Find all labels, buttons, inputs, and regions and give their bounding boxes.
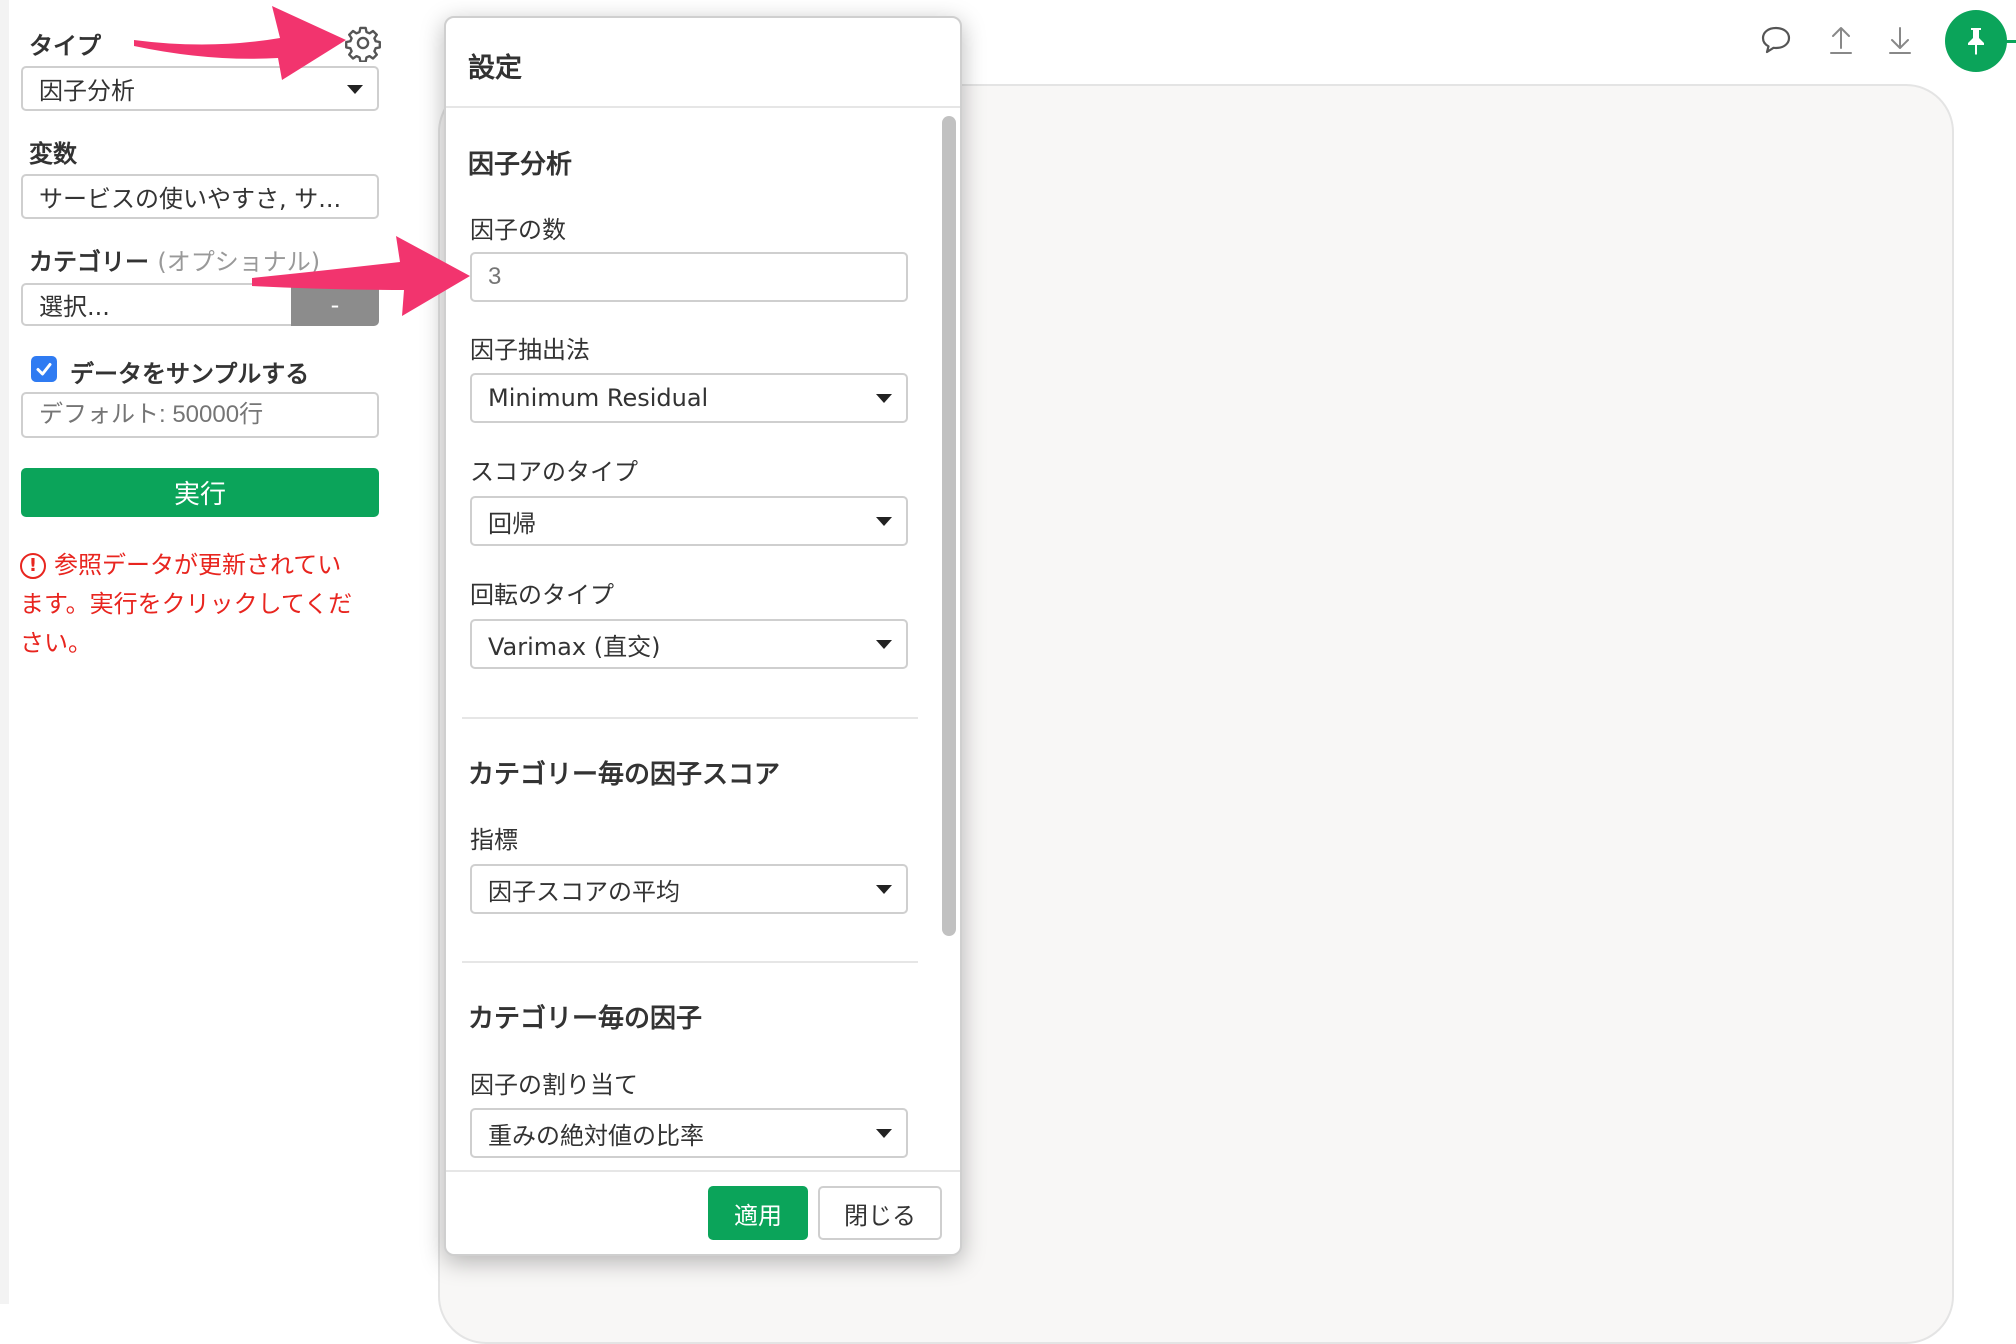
extraction-method-label: 因子抽出法 [470,336,590,364]
dialog-title: 設定 [468,53,522,84]
left-edge-strip [0,0,9,1304]
variables-field[interactable]: サービスの使いやすさ, サ... [21,174,379,219]
warning-line-1: 参照データが更新されてい [54,551,342,579]
chevron-down-icon [876,394,892,403]
upload-icon[interactable] [1821,20,1861,60]
category-clear-button[interactable]: - [291,283,379,326]
chevron-down-icon [876,517,892,526]
category-label: カテゴリー (オプショナル) [29,242,320,277]
close-button[interactable]: 閉じる [818,1186,942,1240]
pin-connector-line [2006,40,2016,43]
factor-assignment-select[interactable]: 重みの絶対値の比率 [470,1108,908,1158]
dialog-footer-divider [446,1170,960,1172]
category-optional-text: (オプショナル) [157,248,321,276]
factor-assignment-value: 重みの絶対値の比率 [488,1121,704,1150]
comment-icon[interactable] [1756,20,1796,60]
pin-icon [1968,28,1984,55]
chevron-down-icon [876,1129,892,1138]
section-divider [462,717,918,719]
alert-circle-icon: ! [20,553,46,579]
score-type-label: スコアのタイプ [470,458,638,486]
type-label: タイプ [29,32,101,60]
run-button[interactable]: 実行 [21,468,379,517]
sample-checkbox[interactable] [31,356,57,382]
warning-line-3: さい。 [20,629,92,657]
section-category-factor-score: カテゴリー毎の因子スコア [468,760,781,790]
section-category-factor: カテゴリー毎の因子 [468,1004,703,1034]
sample-label: データをサンプルする [70,360,310,388]
chevron-down-icon [876,885,892,894]
chevron-down-icon [347,84,363,94]
variables-value: サービスの使いやすさ, サ... [39,185,342,213]
category-select-value: 選択... [39,293,110,321]
dialog-header-divider [446,106,960,108]
sample-size-input[interactable] [21,392,379,438]
warning-message: ! 参照データが更新されてい ます。実行をクリックしてくだ さい。 [20,546,390,663]
pin-button[interactable] [1945,10,2007,72]
gear-icon[interactable] [344,24,382,63]
type-select-value: 因子分析 [39,77,135,105]
metric-label: 指標 [470,826,518,854]
chevron-down-icon [876,640,892,649]
rotation-type-select[interactable]: Varimax (直交) [470,619,908,669]
score-type-select[interactable]: 回帰 [470,496,908,546]
metric-value: 因子スコアの平均 [488,877,680,906]
apply-button[interactable]: 適用 [708,1186,808,1240]
variables-label: 変数 [29,140,77,168]
category-label-text: カテゴリー [29,248,149,276]
rotation-type-value: Varimax (直交) [488,632,661,661]
type-select[interactable]: 因子分析 [21,66,379,111]
extraction-method-select[interactable]: Minimum Residual [470,373,908,423]
factor-assignment-label: 因子の割り当て [470,1071,638,1099]
rotation-type-label: 回転のタイプ [470,581,614,609]
settings-dialog: 設定 因子分析 因子の数 因子抽出法 Minimum Residual スコアの… [444,16,962,1256]
dialog-scrollbar[interactable] [942,116,956,936]
section-divider [462,961,918,963]
num-factors-label: 因子の数 [470,216,566,244]
num-factors-input[interactable] [470,252,908,302]
extraction-method-value: Minimum Residual [488,384,709,412]
check-icon [36,363,52,376]
score-type-value: 回帰 [488,509,536,538]
warning-line-2: ます。実行をクリックしてくだ [20,590,353,618]
category-select[interactable]: 選択... [21,283,293,326]
section-factor-analysis: 因子分析 [468,150,573,180]
metric-select[interactable]: 因子スコアの平均 [470,864,908,914]
download-icon[interactable] [1880,20,1920,60]
